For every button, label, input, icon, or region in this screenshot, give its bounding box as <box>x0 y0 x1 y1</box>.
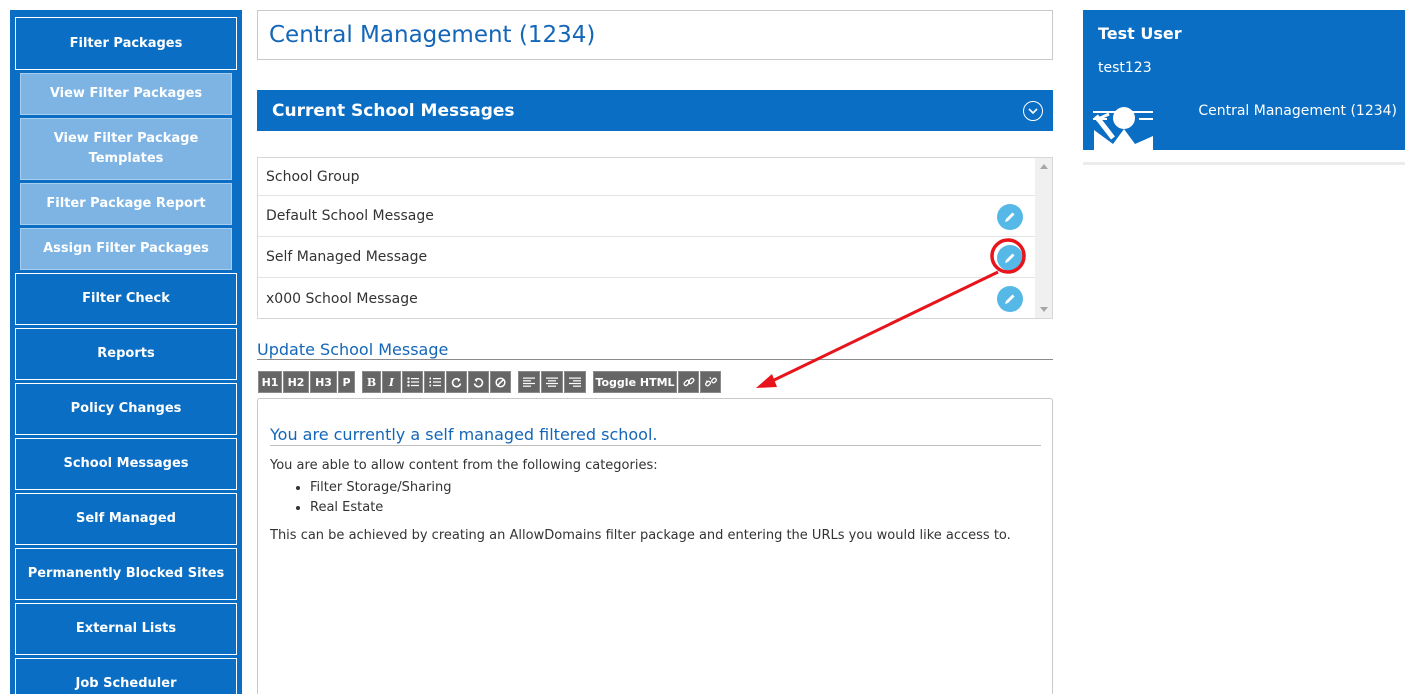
user-organization: Central Management (1234) <box>1198 103 1397 119</box>
edit-pencil-icon[interactable] <box>997 204 1023 230</box>
page-title-box: Central Management (1234) <box>257 10 1053 60</box>
align-left-button[interactable] <box>518 371 540 393</box>
sidebar-item-filter-package-report[interactable]: Filter Package Report <box>20 183 232 225</box>
update-message-title: Update School Message <box>257 340 449 359</box>
sidebar-item-permanently-blocked-sites[interactable]: Permanently Blocked Sites <box>15 548 237 600</box>
link-button[interactable] <box>678 371 699 393</box>
h3-label: H3 <box>315 375 332 389</box>
unlink-icon <box>704 376 717 387</box>
align-center-button[interactable] <box>541 371 563 393</box>
sidebar-item-view-filter-package-templates[interactable]: View Filter Package Templates <box>20 118 232 180</box>
undo-button[interactable] <box>468 371 489 393</box>
italic-button[interactable]: I <box>382 371 401 393</box>
align-right-icon <box>569 377 581 387</box>
list-item[interactable]: School Group <box>258 158 1037 196</box>
numbered-list-icon <box>429 377 441 387</box>
sidebar: Filter Packages View Filter Packages Vie… <box>10 10 242 694</box>
edit-pencil-icon[interactable] <box>997 245 1023 271</box>
user-panel: Test User test123 Central Management (12… <box>1083 10 1405 150</box>
sidebar-item-label: Filter Check <box>82 291 170 306</box>
annotation-arrow-head <box>756 374 777 388</box>
list-scrollbar[interactable] <box>1035 158 1052 318</box>
sidebar-item-label: Permanently Blocked Sites <box>27 566 225 581</box>
toggle-html-button[interactable]: Toggle HTML <box>593 371 677 393</box>
sidebar-item-job-scheduler[interactable]: Job Scheduler <box>15 658 237 694</box>
editor-outro-text: This can be achieved by creating an Allo… <box>270 528 1011 543</box>
sidebar-item-label: Policy Changes <box>70 401 182 416</box>
list-item-label: Default School Message <box>266 208 434 224</box>
sidebar-item-self-managed[interactable]: Self Managed <box>15 493 237 545</box>
bullet-list-icon <box>406 377 419 387</box>
list-item-label: Self Managed Message <box>266 249 428 265</box>
h1-label: H1 <box>261 375 279 389</box>
scroll-down-arrow-icon[interactable] <box>1040 307 1048 312</box>
numbered-list-button[interactable] <box>424 371 445 393</box>
sidebar-item-view-filter-packages[interactable]: View Filter Packages <box>20 73 232 115</box>
editor-category-list: Filter Storage/Sharing Real Estate <box>310 478 451 518</box>
undo-icon <box>473 377 484 387</box>
sidebar-item-label: Filter Packages <box>69 35 183 51</box>
editor-intro-text: You are able to allow content from the f… <box>270 458 658 473</box>
page-title: Central Management (1234) <box>269 22 596 48</box>
align-left-icon <box>523 377 535 387</box>
bullet-list-button[interactable] <box>402 371 423 393</box>
sidebar-item-label: Filter Package Report <box>46 196 206 211</box>
italic-label: I <box>388 375 395 389</box>
scroll-up-arrow-icon[interactable] <box>1040 164 1048 169</box>
user-avatar-icon <box>1093 107 1153 150</box>
editor-heading: You are currently a self managed filtere… <box>270 425 1041 446</box>
sidebar-item-label: School Messages <box>63 456 189 471</box>
sidebar-item-label: View Filter Packages <box>49 86 203 101</box>
sidebar-item-label: External Lists <box>75 621 177 636</box>
sidebar-item-filter-packages[interactable]: Filter Packages <box>15 17 237 70</box>
unlink-button[interactable] <box>700 371 721 393</box>
h2-label: H2 <box>287 375 305 389</box>
align-center-icon <box>546 377 558 387</box>
list-item: Real Estate <box>310 498 451 518</box>
sidebar-item-label: Job Scheduler <box>75 676 177 691</box>
edit-pencil-icon[interactable] <box>997 286 1023 312</box>
list-item: Filter Storage/Sharing <box>310 478 451 498</box>
clear-format-icon <box>495 376 506 388</box>
list-item-label: x000 School Message <box>266 290 418 307</box>
sidebar-item-policy-changes[interactable]: Policy Changes <box>15 383 237 435</box>
redo-icon <box>451 377 462 387</box>
sidebar-item-assign-filter-packages[interactable]: Assign Filter Packages <box>20 228 232 270</box>
sidebar-item-school-messages[interactable]: School Messages <box>15 438 237 490</box>
list-item[interactable]: x000 School Message <box>258 278 1037 318</box>
paragraph-button[interactable]: P <box>338 371 355 393</box>
sidebar-item-label: View Filter Package Templates <box>53 131 199 166</box>
collapse-icon[interactable] <box>1023 101 1043 121</box>
h1-button[interactable]: H1 <box>258 371 282 393</box>
sidebar-item-reports[interactable]: Reports <box>15 328 237 380</box>
user-id: test123 <box>1098 60 1152 76</box>
messages-list: School Group Default School Message Self… <box>257 157 1053 319</box>
message-editor[interactable]: You are currently a self managed filtere… <box>257 398 1053 694</box>
bold-label: B <box>366 375 377 389</box>
clear-format-button[interactable] <box>490 371 511 393</box>
redo-button[interactable] <box>446 371 467 393</box>
user-panel-divider <box>1083 162 1405 165</box>
user-name: Test User <box>1098 24 1182 43</box>
toggle-html-label: Toggle HTML <box>595 375 675 389</box>
sidebar-item-label: Reports <box>97 346 155 361</box>
list-item[interactable]: Self Managed Message <box>258 237 1037 278</box>
list-item-label: School Group <box>266 168 360 185</box>
paragraph-label: P <box>342 375 351 389</box>
link-icon <box>682 377 695 387</box>
sidebar-item-filter-check[interactable]: Filter Check <box>15 273 237 325</box>
update-message-heading: Update School Message <box>257 340 1053 360</box>
sidebar-item-label: Self Managed <box>76 511 176 526</box>
h2-button[interactable]: H2 <box>283 371 309 393</box>
section-title: Current School Messages <box>272 100 515 121</box>
align-right-button[interactable] <box>564 371 586 393</box>
h3-button[interactable]: H3 <box>310 371 337 393</box>
bold-button[interactable]: B <box>362 371 381 393</box>
sidebar-item-external-lists[interactable]: External Lists <box>15 603 237 655</box>
sidebar-item-label: Assign Filter Packages <box>43 241 209 256</box>
messages-section-header[interactable]: Current School Messages <box>257 90 1053 131</box>
list-item[interactable]: Default School Message <box>258 196 1037 237</box>
